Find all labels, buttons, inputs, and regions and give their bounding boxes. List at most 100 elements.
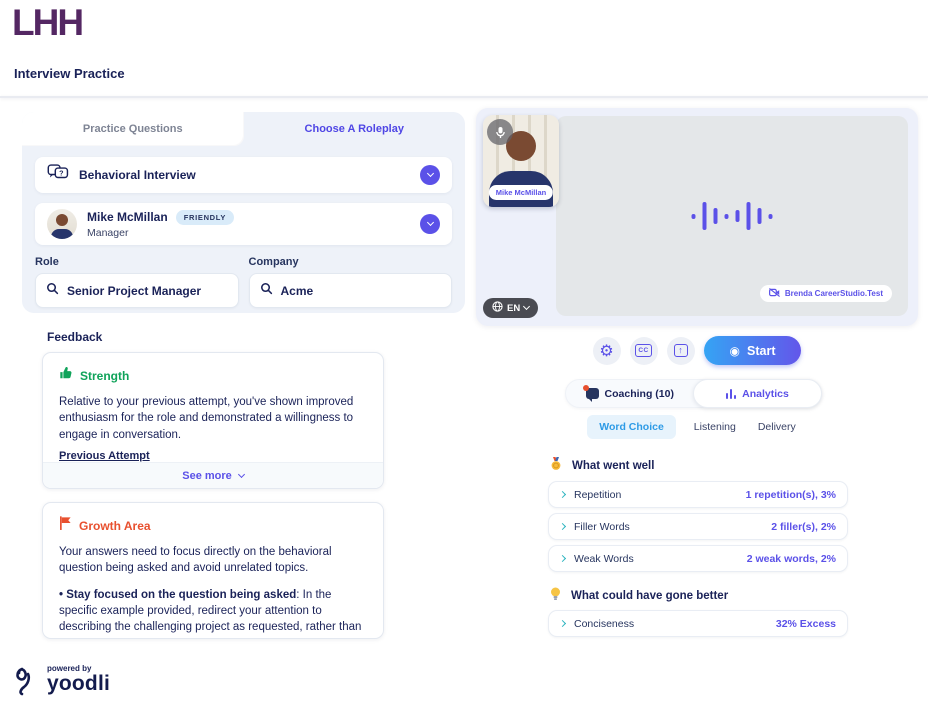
roleplay-panel: Practice Questions Choose A Roleplay ? B… <box>22 112 465 313</box>
gone-better-heading-row: What could have gone better <box>550 587 728 604</box>
feedback-heading: Feedback <box>47 330 102 344</box>
chevron-down-icon <box>523 303 530 310</box>
role-field-group: Role Senior Project Manager <box>35 256 239 308</box>
see-more-toggle[interactable]: See more <box>43 462 383 488</box>
result-value: 2 weak words, 2% <box>747 553 836 565</box>
strength-card: Strength Relative to your previous attem… <box>42 352 384 489</box>
persona-avatar <box>47 209 77 239</box>
result-row-conciseness[interactable]: Conciseness 32% Excess <box>548 610 848 637</box>
company-label: Company <box>249 256 453 268</box>
scenario-selector[interactable]: ? Behavioral Interview <box>35 157 452 193</box>
svg-text:?: ? <box>59 168 63 177</box>
yoodli-wordmark: yoodli <box>47 673 110 694</box>
persona-info: Mike McMillan FRIENDLY Manager <box>87 210 234 239</box>
record-icon: ◉ <box>730 345 740 357</box>
company-input[interactable]: Acme <box>249 273 453 308</box>
session-controls: ⚙ CC ↑ ◉ Start <box>476 336 918 365</box>
result-row-repetition[interactable]: Repetition 1 repetition(s), 3% <box>548 481 848 508</box>
result-label: Filler Words <box>574 521 630 533</box>
result-label: Repetition <box>574 489 621 501</box>
see-more-label: See more <box>182 470 232 482</box>
role-input[interactable]: Senior Project Manager <box>35 273 239 308</box>
start-button[interactable]: ◉ Start <box>704 336 802 365</box>
search-icon <box>46 282 59 300</box>
chat-question-icon: ? <box>47 164 69 187</box>
page-title: Interview Practice <box>14 66 125 81</box>
result-value: 2 filler(s), 2% <box>771 521 836 533</box>
powered-by-yoodli: powered by yoodli <box>14 662 110 701</box>
result-value: 32% Excess <box>776 618 836 630</box>
chevron-right-icon <box>559 523 566 530</box>
notification-dot <box>583 385 589 391</box>
flag-icon <box>59 516 72 535</box>
persona-role: Manager <box>87 227 234 239</box>
result-label: Weak Words <box>574 553 634 565</box>
coach-name-pill: Brenda CareerStudio.Test <box>760 285 892 302</box>
result-value: 1 repetition(s), 3% <box>746 489 836 501</box>
result-row-filler-words[interactable]: Filler Words 2 filler(s), 2% <box>548 513 848 540</box>
analytics-tab-label: Analytics <box>742 388 789 400</box>
scenario-expand-button[interactable] <box>420 165 440 185</box>
participant-name-pill: Mike McMillan <box>489 185 553 200</box>
globe-icon <box>492 301 503 315</box>
strength-title: Strength <box>80 369 129 383</box>
lhh-logo: LHH <box>12 2 82 44</box>
medal-icon <box>550 457 562 474</box>
tab-analytics[interactable]: Analytics <box>693 379 823 408</box>
webcam-thumbnail: Mike McMillan <box>483 115 559 207</box>
microphone-icon[interactable] <box>487 119 513 145</box>
coaching-tab-label: Coaching (10) <box>605 388 674 400</box>
share-button[interactable]: ↑ <box>667 337 695 365</box>
gear-icon: ⚙ <box>599 343 613 359</box>
previous-attempt-link[interactable]: Previous Attempt <box>59 450 150 462</box>
tab-choose-a-roleplay[interactable]: Choose A Roleplay <box>244 112 466 146</box>
role-label: Role <box>35 256 239 268</box>
strength-body: Relative to your previous attempt, you'v… <box>59 394 367 443</box>
captions-button[interactable]: CC <box>630 337 658 365</box>
analytics-bars-icon <box>726 389 737 399</box>
growth-bullet-lead: • Stay focused on the question being ask… <box>59 589 296 601</box>
went-well-heading: What went well <box>572 460 654 472</box>
subtab-word-choice[interactable]: Word Choice <box>587 415 676 439</box>
audio-waveform-icon <box>692 202 773 230</box>
chevron-right-icon <box>559 620 566 627</box>
company-value: Acme <box>281 284 314 298</box>
search-icon <box>260 282 273 300</box>
share-upload-icon: ↑ <box>674 344 688 357</box>
result-row-weak-words[interactable]: Weak Words 2 weak words, 2% <box>548 545 848 572</box>
app-root: LHH Interview Practice Practice Question… <box>0 0 928 706</box>
growth-area-card: Growth Area Your answers need to focus d… <box>42 502 384 639</box>
growth-area-title: Growth Area <box>79 519 151 533</box>
chevron-down-icon <box>426 170 433 177</box>
company-field-group: Company Acme <box>249 256 453 308</box>
persona-name: Mike McMillan <box>87 210 168 224</box>
persona-selector[interactable]: Mike McMillan FRIENDLY Manager <box>35 203 452 245</box>
chevron-down-icon <box>238 470 245 477</box>
camera-off-icon <box>769 288 780 299</box>
went-well-heading-row: What went well <box>550 457 654 474</box>
video-area: Brenda CareerStudio.Test <box>556 116 908 316</box>
chevron-right-icon <box>559 555 566 562</box>
tab-coaching[interactable]: Coaching (10) <box>566 380 694 407</box>
role-value: Senior Project Manager <box>67 284 201 298</box>
subtab-delivery[interactable]: Delivery <box>754 415 800 439</box>
chevron-right-icon <box>559 491 566 498</box>
chevron-down-icon <box>426 219 433 226</box>
persona-temperament-badge: FRIENDLY <box>176 210 234 225</box>
language-code: EN <box>507 303 520 314</box>
tab-practice-questions[interactable]: Practice Questions <box>22 112 244 146</box>
closed-captions-icon: CC <box>635 344 651 357</box>
header-divider <box>0 96 928 98</box>
scenario-label: Behavioral Interview <box>79 168 196 182</box>
analysis-tab-bar: Coaching (10) Analytics <box>565 379 822 408</box>
analytics-subtabs: Word Choice Listening Delivery <box>565 415 822 439</box>
persona-expand-button[interactable] <box>420 214 440 234</box>
roleplay-tab-bar: Practice Questions Choose A Roleplay <box>22 112 465 146</box>
lightbulb-icon <box>550 587 561 604</box>
language-selector[interactable]: EN <box>483 298 538 318</box>
result-label: Conciseness <box>574 618 634 630</box>
yoodli-mark-icon <box>14 666 40 701</box>
subtab-listening[interactable]: Listening <box>690 415 740 439</box>
thumbs-up-icon <box>59 366 73 385</box>
settings-button[interactable]: ⚙ <box>593 337 621 365</box>
